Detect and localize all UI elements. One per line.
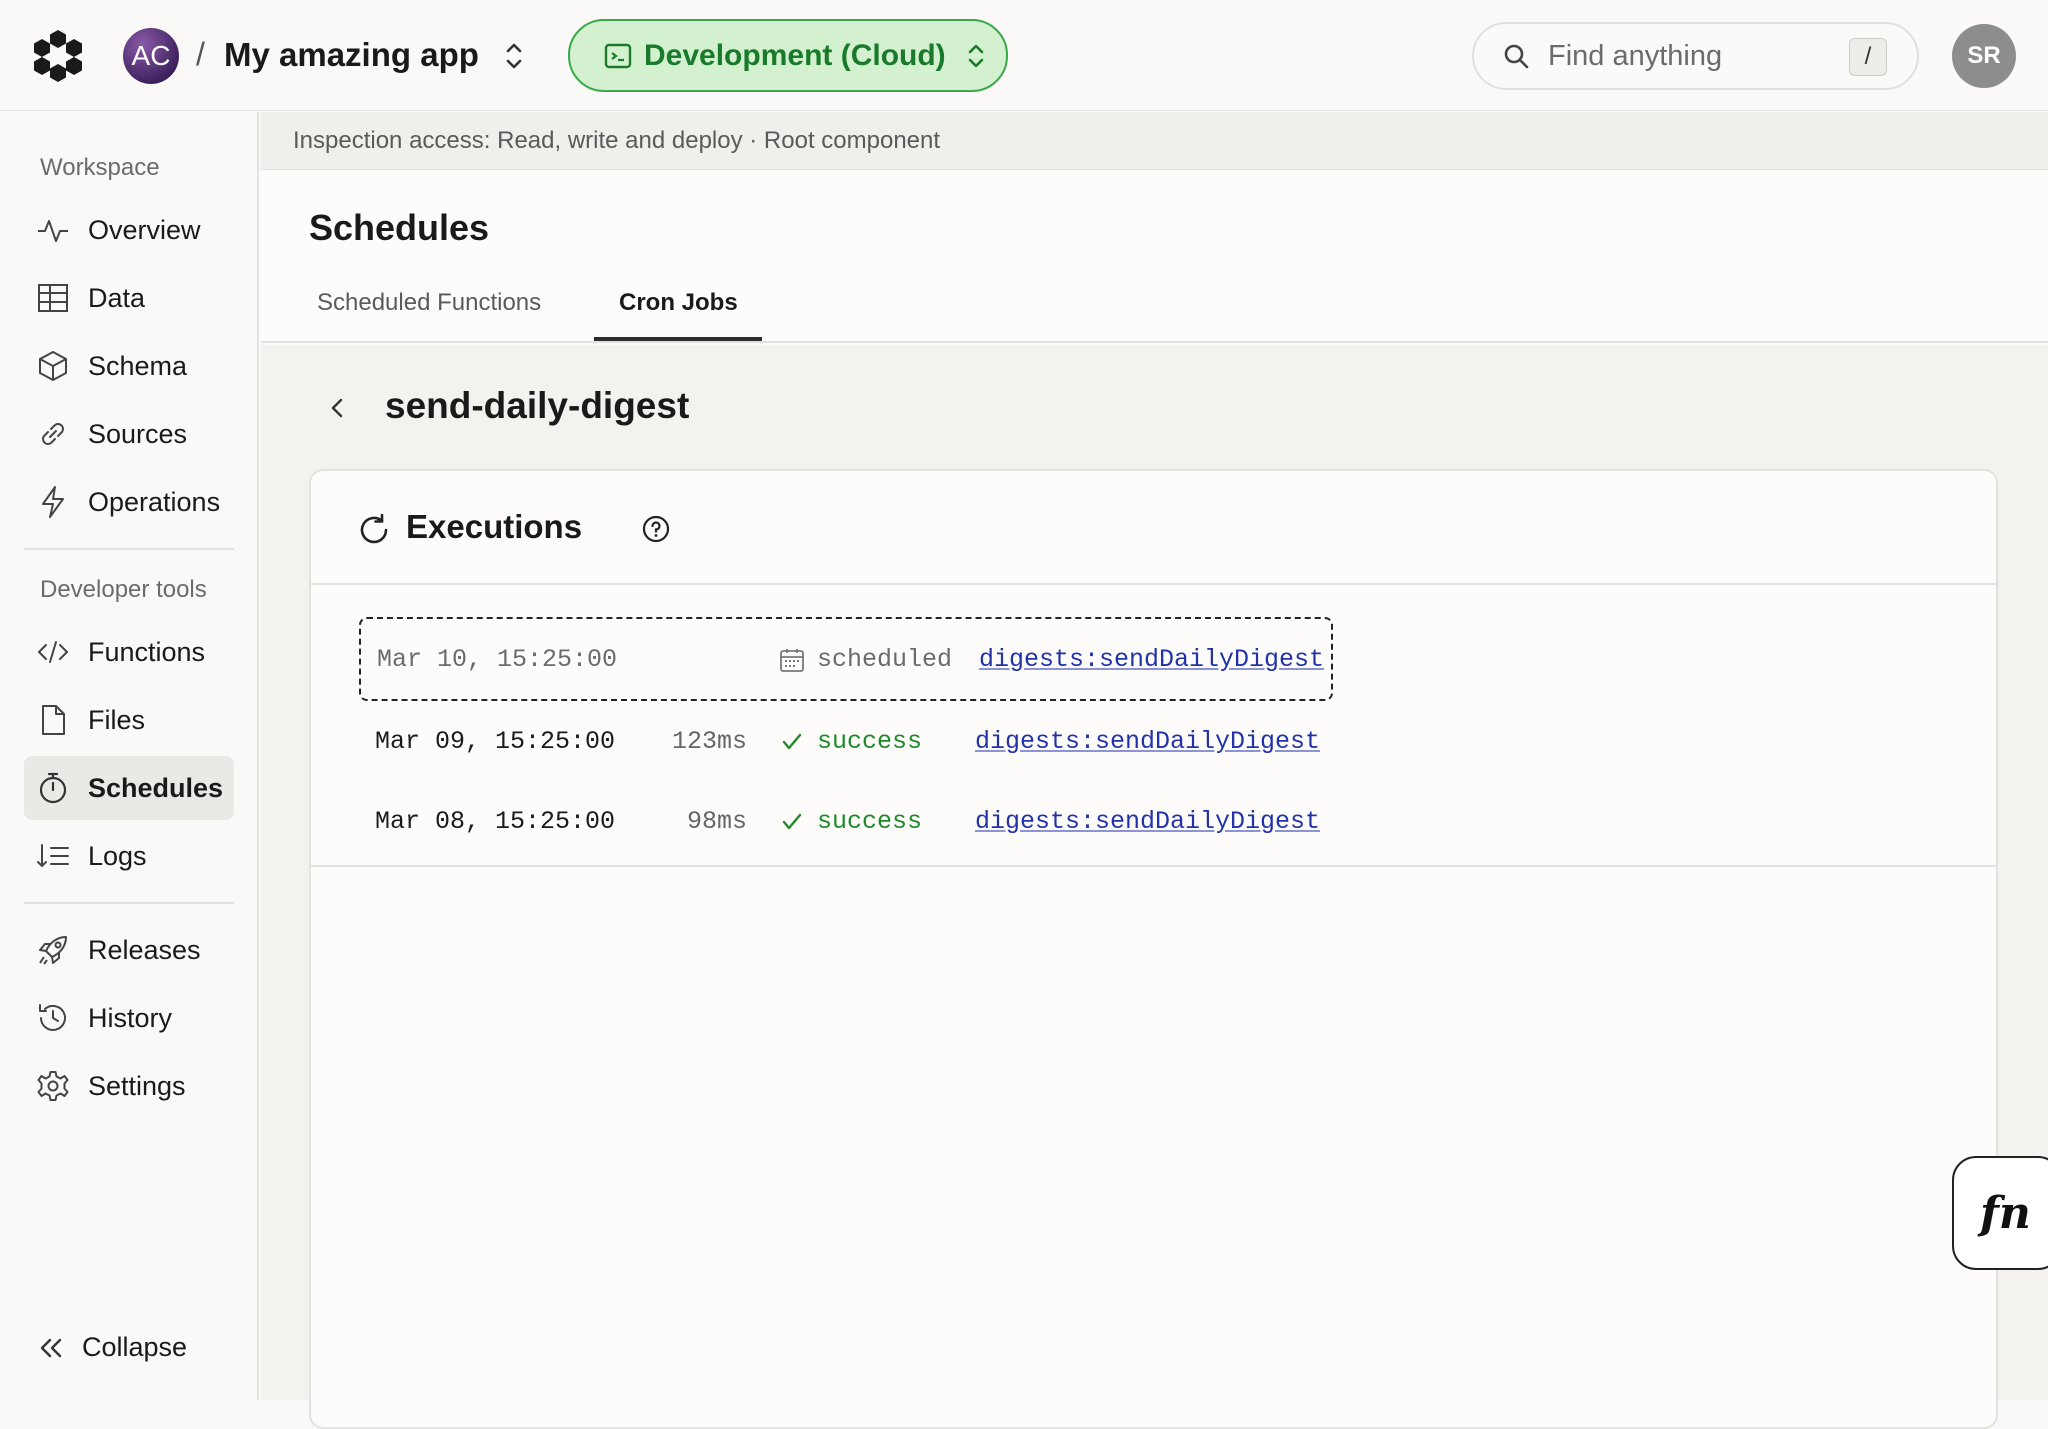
main-content: send-daily-digest Executions Mar 10, 15:… <box>261 345 2048 1429</box>
function-runner-label: fn <box>1980 1187 2031 1239</box>
sidebar-item-label: Operations <box>88 486 221 517</box>
chevron-updown-icon <box>968 44 983 67</box>
sidebar-item-label: Schema <box>88 350 188 381</box>
cron-job-name: send-daily-digest <box>385 385 690 426</box>
deployment-selector[interactable]: Development (Cloud) <box>568 19 1008 92</box>
function-runner-button[interactable]: fn <box>1952 1156 2048 1270</box>
execution-function-link[interactable]: digests:sendDailyDigest <box>979 645 1324 674</box>
gear-icon <box>37 1071 69 1101</box>
history-icon <box>39 1004 66 1031</box>
sidebar-item-label: Schedules <box>88 772 224 803</box>
sort-list-icon <box>37 844 69 868</box>
section-label-developer-tools: Developer tools <box>40 576 207 603</box>
check-icon <box>782 813 802 830</box>
executions-panel: Executions Mar 10, 15:25:00 scheduled di… <box>309 469 1998 1429</box>
project-name[interactable]: My amazing app <box>224 36 479 74</box>
breadcrumb-separator: / <box>196 36 205 72</box>
sidebar: Workspace Overview Data Schema Sources O… <box>0 112 259 1400</box>
sidebar-item-schema[interactable]: Schema <box>24 334 234 398</box>
terminal-icon <box>604 43 632 68</box>
bolt-icon <box>42 486 64 518</box>
sidebar-divider <box>24 902 234 904</box>
cube-icon <box>39 351 67 381</box>
execution-row-scheduled[interactable]: Mar 10, 15:25:00 scheduled digests:sendD… <box>359 617 1333 701</box>
help-icon[interactable] <box>641 514 671 544</box>
execution-duration: 98ms <box>686 807 747 836</box>
sidebar-item-label: Settings <box>88 1070 186 1101</box>
sidebar-item-label: Sources <box>88 418 188 449</box>
chevrons-left-icon <box>40 1338 62 1357</box>
chevron-updown-icon[interactable] <box>500 38 528 74</box>
execution-status: success <box>817 807 923 836</box>
execution-time: Mar 10, 15:25:00 <box>377 645 618 674</box>
sidebar-item-files[interactable]: Files <box>24 688 234 752</box>
app-logo-icon[interactable] <box>30 28 86 84</box>
sidebar-item-releases[interactable]: Releases <box>24 918 234 982</box>
search-icon <box>1504 44 1529 69</box>
table-icon <box>38 284 68 312</box>
execution-status: scheduled <box>817 645 953 674</box>
search-input[interactable]: Find anything / <box>1472 22 1919 90</box>
sidebar-item-overview[interactable]: Overview <box>24 198 234 262</box>
sidebar-item-data[interactable]: Data <box>24 266 234 330</box>
execution-status: success <box>817 727 923 756</box>
execution-function-link[interactable]: digests:sendDailyDigest <box>975 727 1320 756</box>
search-placeholder: Find anything <box>1548 39 1723 72</box>
active-tab-indicator <box>594 337 762 341</box>
sidebar-divider <box>24 548 234 550</box>
sidebar-item-label: Files <box>88 704 146 735</box>
file-icon <box>42 705 65 735</box>
user-avatar[interactable]: SR <box>1952 24 2016 88</box>
execution-time: Mar 09, 15:25:00 <box>375 727 616 756</box>
access-info-text: Inspection access: Read, write and deplo… <box>293 126 941 154</box>
sidebar-item-settings[interactable]: Settings <box>24 1054 234 1118</box>
section-label-workspace: Workspace <box>40 154 160 181</box>
sidebar-item-label: Data <box>88 282 146 313</box>
execution-row[interactable]: Mar 08, 15:25:00 98ms success digests:se… <box>359 781 1333 865</box>
sidebar-item-history[interactable]: History <box>24 986 234 1050</box>
back-chevron-icon[interactable] <box>323 393 353 423</box>
tab-scheduled-functions[interactable]: Scheduled Functions <box>317 289 541 317</box>
stopwatch-icon <box>39 772 67 804</box>
sidebar-item-label: History <box>88 1002 173 1033</box>
executions-title: Executions <box>406 508 583 545</box>
sidebar-item-label: Logs <box>88 840 147 871</box>
executions-header: Executions <box>311 471 1996 585</box>
search-shortcut-key: / <box>1849 38 1887 76</box>
top-bar: AC / My amazing app Development (Cloud) … <box>0 0 2048 111</box>
sidebar-item-logs[interactable]: Logs <box>24 824 234 888</box>
access-info-bar: Inspection access: Read, write and deplo… <box>261 112 2048 170</box>
calendar-icon <box>780 649 804 672</box>
execution-row[interactable]: Mar 09, 15:25:00 123ms success digests:s… <box>359 701 1333 785</box>
refresh-icon[interactable] <box>357 513 391 547</box>
sidebar-item-functions[interactable]: Functions <box>24 620 234 684</box>
pulse-icon <box>38 220 68 242</box>
deployment-label: Development (Cloud) <box>644 38 946 72</box>
collapse-button[interactable]: Collapse <box>36 1332 187 1363</box>
check-icon <box>782 733 802 750</box>
sidebar-item-operations[interactable]: Operations <box>24 470 234 534</box>
execution-time: Mar 08, 15:25:00 <box>375 807 616 836</box>
team-avatar[interactable]: AC <box>123 28 179 84</box>
sidebar-item-schedules[interactable]: Schedules <box>24 756 234 820</box>
page-header: Schedules Scheduled Functions Cron Jobs <box>261 171 2048 343</box>
rocket-icon <box>39 936 67 965</box>
sidebar-item-label: Releases <box>88 934 201 965</box>
tab-cron-jobs[interactable]: Cron Jobs <box>619 289 738 317</box>
collapse-label: Collapse <box>82 1332 188 1362</box>
execution-duration: 123ms <box>671 727 747 756</box>
sidebar-item-label: Functions <box>88 636 206 667</box>
execution-function-link[interactable]: digests:sendDailyDigest <box>975 807 1320 836</box>
link-icon <box>42 423 64 445</box>
page-title: Schedules <box>309 207 490 248</box>
code-icon <box>38 641 68 663</box>
sidebar-item-label: Overview <box>88 214 201 245</box>
executions-list: Mar 10, 15:25:00 scheduled digests:sendD… <box>311 587 1996 867</box>
sidebar-item-sources[interactable]: Sources <box>24 402 234 466</box>
